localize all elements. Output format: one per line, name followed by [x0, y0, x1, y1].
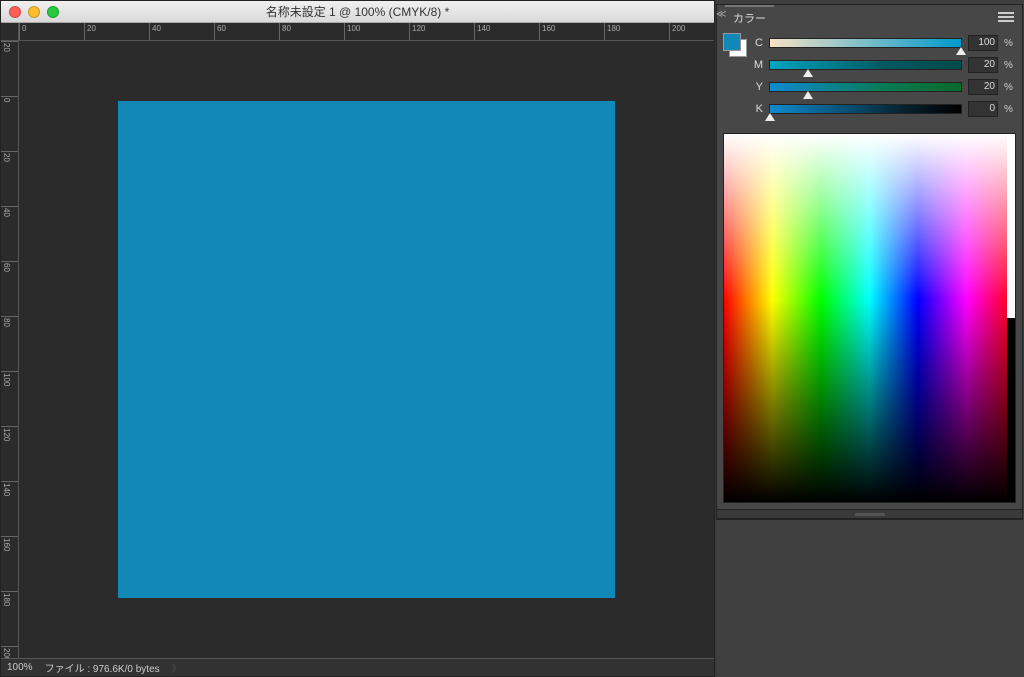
- status-file[interactable]: ファイル : 976.6K/0 bytes: [45, 660, 160, 675]
- slider-row-c: C 100%: [751, 33, 1016, 53]
- slider-track-y[interactable]: [769, 82, 962, 92]
- document-window: 名称未設定 1 @ 100% (CMYK/8) * 02040608010012…: [0, 0, 715, 677]
- channel-value-m[interactable]: 20: [968, 57, 998, 73]
- percent-label: %: [1004, 38, 1016, 49]
- slider-row-m: M 20%: [751, 55, 1016, 75]
- ruler-horizontal[interactable]: 020406080100120140160180200: [19, 23, 714, 41]
- slider-track-k[interactable]: [769, 104, 962, 114]
- slider-thumb[interactable]: [956, 47, 966, 55]
- canvas-viewport[interactable]: [19, 41, 714, 658]
- swatch-stack[interactable]: [723, 33, 747, 57]
- panel-collapse-icon[interactable]: ≪: [716, 9, 730, 20]
- channel-label: M: [751, 59, 763, 71]
- channel-label: Y: [751, 81, 763, 93]
- window-title: 名称未設定 1 @ 100% (CMYK/8) *: [1, 3, 714, 20]
- percent-label: %: [1004, 104, 1016, 115]
- slider-row-k: K 0%: [751, 99, 1016, 119]
- status-bar: 100% ファイル : 976.6K/0 bytes 〉: [1, 658, 714, 676]
- panel-header: カラー: [717, 5, 1022, 29]
- channel-value-k[interactable]: 0: [968, 101, 998, 117]
- close-icon[interactable]: [9, 6, 21, 18]
- slider-track-m[interactable]: [769, 60, 962, 70]
- document-body: 020406080100120140160180200 200204060801…: [1, 23, 714, 676]
- channel-label: C: [751, 37, 763, 49]
- panel-tab-color[interactable]: カラー: [725, 5, 774, 29]
- artboard[interactable]: [118, 101, 615, 598]
- slider-thumb[interactable]: [803, 69, 813, 77]
- right-dock: ≪ カラー C 100% M 20% Y 20% K 0%: [716, 0, 1024, 677]
- chevron-right-icon[interactable]: 〉: [172, 660, 182, 675]
- color-spectrum[interactable]: [723, 133, 1016, 503]
- ruler-origin[interactable]: [1, 23, 19, 41]
- slider-thumb[interactable]: [803, 91, 813, 99]
- foreground-swatch[interactable]: [723, 33, 741, 51]
- title-bar[interactable]: 名称未設定 1 @ 100% (CMYK/8) *: [1, 1, 714, 23]
- panel-menu-icon[interactable]: [998, 10, 1014, 24]
- color-panel: ≪ カラー C 100% M 20% Y 20% K 0%: [716, 4, 1023, 520]
- maximize-icon[interactable]: [47, 6, 59, 18]
- slider-row-y: Y 20%: [751, 77, 1016, 97]
- black-pick[interactable]: [1007, 318, 1015, 502]
- cmyk-sliders: C 100% M 20% Y 20% K 0%: [717, 29, 1022, 129]
- zoom-level[interactable]: 100%: [7, 662, 33, 673]
- channel-value-c[interactable]: 100: [968, 35, 998, 51]
- minimize-icon[interactable]: [28, 6, 40, 18]
- channel-label: K: [751, 103, 763, 115]
- percent-label: %: [1004, 60, 1016, 71]
- channel-value-y[interactable]: 20: [968, 79, 998, 95]
- white-pick[interactable]: [1007, 134, 1015, 318]
- panel-resize-handle[interactable]: [717, 509, 1022, 519]
- ruler-vertical[interactable]: 20020406080100120140160180200: [1, 41, 19, 676]
- slider-track-c[interactable]: [769, 38, 962, 48]
- percent-label: %: [1004, 82, 1016, 93]
- slider-thumb[interactable]: [765, 113, 775, 121]
- traffic-lights: [9, 6, 59, 18]
